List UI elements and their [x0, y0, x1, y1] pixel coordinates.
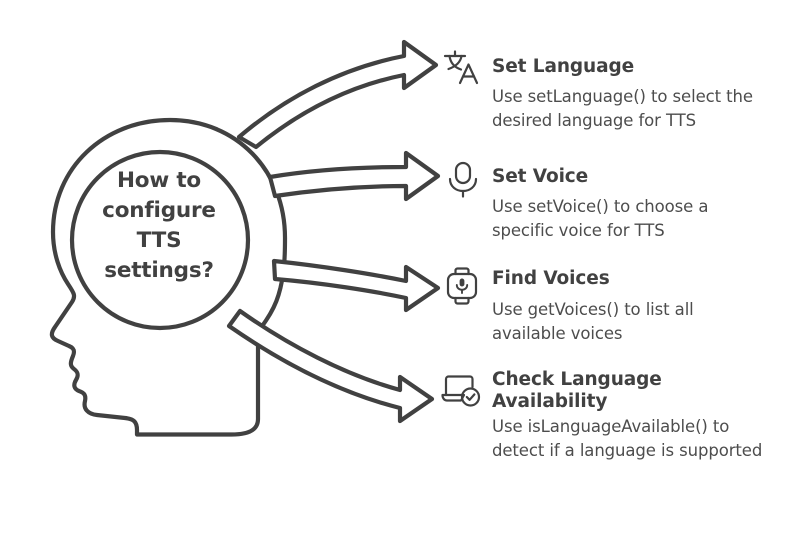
- item-set-language: Set Language Use setLanguage() to select…: [492, 56, 770, 132]
- item-title: Set Voice: [492, 166, 589, 187]
- arrow-1-shape: [236, 39, 439, 150]
- translate-icon: [439, 45, 483, 89]
- item-description: Use setVoice() to choose a specific voic…: [492, 197, 709, 240]
- central-question-line-1: How to: [117, 168, 201, 193]
- item-description: Use isLanguageAvailable() to detect if a…: [492, 417, 763, 460]
- central-question-line-3: TTS: [136, 228, 182, 253]
- item-find-voices: Find Voices Use getVoices() to list all …: [492, 268, 770, 345]
- central-question-line-4: settings?: [104, 258, 214, 283]
- central-question: How to configure TTS settings?: [78, 166, 240, 286]
- item-description: Use setLanguage() to select the desired …: [492, 87, 753, 130]
- item-set-voice: Set Voice Use setVoice() to choose a spe…: [492, 166, 770, 242]
- microphone-icon: [441, 157, 485, 201]
- item-title: Check Language Availability: [492, 369, 662, 412]
- item-check-language-availability: Check Language Availability Use isLangua…: [492, 369, 770, 462]
- laptop-check-icon: [437, 367, 481, 411]
- smartwatch-microphone-icon: [440, 264, 484, 308]
- item-title: Find Voices: [492, 268, 610, 289]
- central-question-line-2: configure: [102, 198, 216, 223]
- arrow-2-shape: [267, 150, 441, 202]
- item-description: Use getVoices() to list all available vo…: [492, 300, 694, 343]
- tts-settings-diagram: How to configure TTS settings? Set Langu…: [0, 0, 795, 538]
- arrow-3-shape: [271, 258, 441, 313]
- item-title: Set Language: [492, 56, 635, 77]
